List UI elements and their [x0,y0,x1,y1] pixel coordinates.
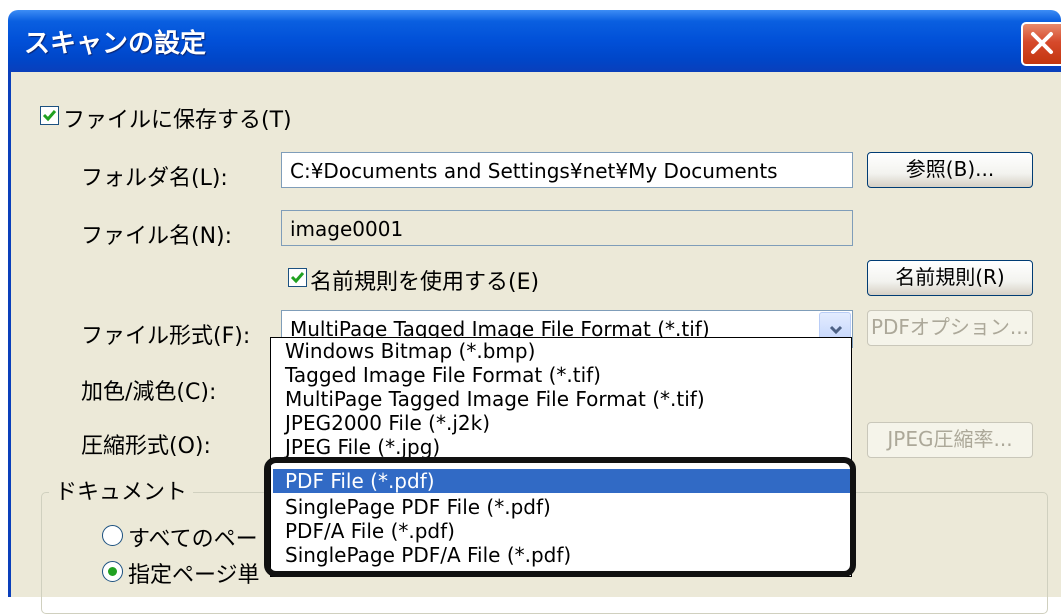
list-item[interactable]: MultiPage Tagged Image File Format (*.ti… [285,387,705,411]
jpeg-compression-button[interactable]: JPEG圧縮率... [867,422,1033,458]
close-button[interactable] [1021,22,1061,66]
list-item[interactable]: JPEG2000 File (*.j2k) [285,411,490,435]
close-icon [1031,32,1053,54]
list-item[interactable]: Windows Bitmap (*.bmp) [285,339,535,363]
document-group-label: ドキュメント [49,474,194,506]
save-to-file-checkbox[interactable] [40,106,59,125]
radio-page-unit-label[interactable]: 指定ページ単 [128,557,260,589]
file-format-label: ファイル形式(F): [81,324,251,349]
checkmark-icon [42,110,57,122]
radio-all-pages[interactable] [102,525,123,546]
list-item[interactable]: JPEG File (*.jpg) [285,435,440,459]
pdf-options-button[interactable]: PDFオプション... [867,310,1033,346]
folder-label: フォルダ名(L): [81,166,228,191]
naming-rule-label[interactable]: 名前規則を使用する(E) [310,264,539,296]
radio-page-unit[interactable] [102,561,123,582]
dialog-title: スキャンの設定 [24,29,207,59]
filename-label: ファイル名(N): [81,224,233,249]
filename-field: image0001 [281,210,853,246]
browse-button[interactable]: 参照(B)... [867,152,1033,188]
chevron-down-icon [829,325,843,335]
checkmark-icon [290,272,305,284]
folder-input[interactable]: C:¥Documents and Settings¥net¥My Documen… [281,152,853,188]
radio-all-pages-label[interactable]: すべてのペー [128,521,258,553]
title-bar[interactable]: スキャンの設定 [8,10,1061,72]
radio-dot [108,567,117,576]
naming-rule-button[interactable]: 名前規則(R) [867,260,1033,296]
naming-rule-checkbox[interactable] [288,268,307,287]
compression-label: 圧縮形式(O): [81,434,211,459]
color-reduction-label: 加色/減色(C): [81,380,217,405]
save-to-file-label[interactable]: ファイルに保存する(T) [63,102,292,134]
list-item[interactable]: Tagged Image File Format (*.tif) [285,363,601,387]
pdf-options-highlight [264,457,856,577]
